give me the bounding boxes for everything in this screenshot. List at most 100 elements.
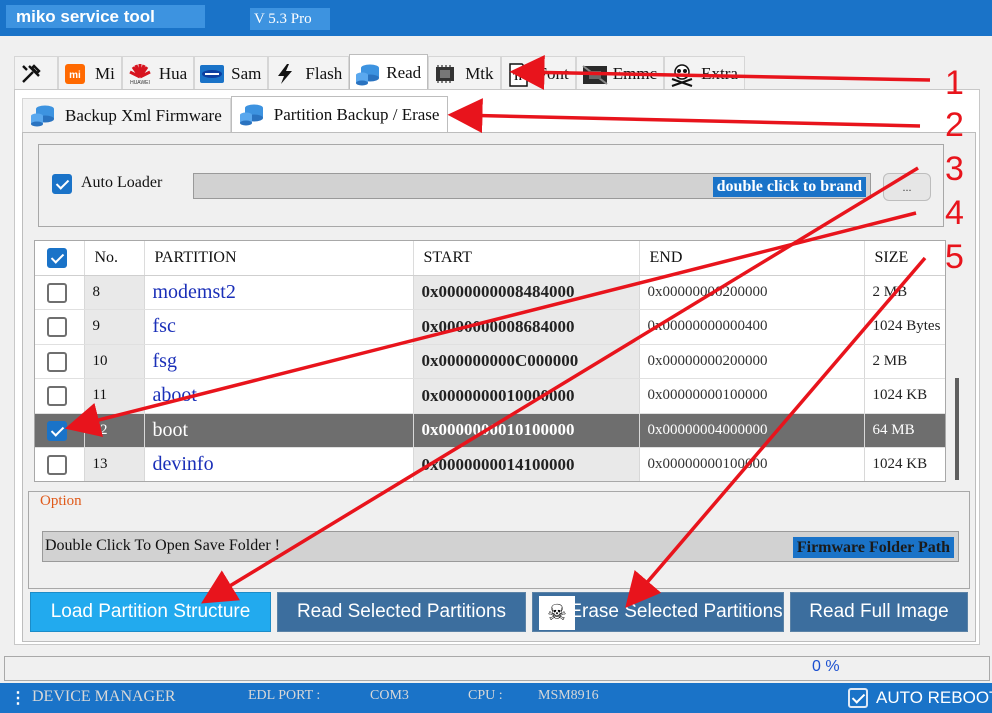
partition-name: aboot [144,378,414,414]
app-version: V 5.3 Pro [250,8,330,30]
loader-hint: double click to brand [712,177,866,197]
column-header-partition[interactable]: PARTITION [144,241,414,276]
column-header-size[interactable]: SIZE [864,241,945,276]
row-number: 9 [84,309,145,345]
table-row[interactable]: 11 aboot 0x0000000010000000 0x0000000010… [35,378,945,414]
tab-backup-xml-firmware[interactable]: Backup Xml Firmware [22,98,231,132]
read-selected-partitions-button[interactable]: Read Selected Partitions [277,592,526,632]
row-checkbox[interactable] [47,282,67,303]
device-manager-label[interactable]: DEVICE MANAGER [32,688,176,706]
edl-port-label: EDL PORT : [248,688,321,703]
partition-end: 0x00000004000000 [639,413,865,448]
chip-icon [433,63,457,85]
partition-end: 0x00000000200000 [639,344,865,379]
partition-name: fsc [144,309,414,345]
tab-font[interactable]: Tr Font [500,56,576,90]
partition-name: modemst2 [144,275,414,310]
huawei-logo-icon: HUAWEI [127,63,151,86]
tab-emmc[interactable]: Emmc [575,56,665,90]
tab-label: Mi [95,63,115,83]
column-header-no[interactable]: No. [84,241,145,276]
tab-partition-backup-erase[interactable]: Partition Backup / Erase [230,96,449,132]
annotation-number: 2 [945,106,964,144]
save-folder-text: Double Click To Open Save Folder ! [45,537,280,554]
mi-logo-icon: mi [63,63,87,85]
svg-text:HUAWEI: HUAWEI [130,80,150,85]
row-checkbox[interactable] [47,455,67,475]
tab-flash[interactable]: Flash [268,56,350,90]
cpu-label: CPU : [468,688,503,703]
tools-icon [19,63,43,85]
row-number: 11 [84,378,145,414]
select-all-checkbox[interactable] [47,248,67,268]
partition-size: 2 MB [864,344,945,379]
tab-tools[interactable] [14,56,58,90]
auto-reboot-checkbox[interactable] [848,688,868,708]
row-number: 8 [84,275,145,310]
partition-start: 0x0000000008684000 [413,309,640,345]
table-row[interactable]: 10 fsg 0x000000000C000000 0x000000002000… [35,344,945,379]
table-row[interactable]: 8 modemst2 0x0000000008484000 0x00000000… [35,275,945,310]
progress-bar [4,656,990,681]
tab-read[interactable]: Read [349,54,429,90]
tab-samsung[interactable]: Sam [194,56,269,90]
read-full-image-button[interactable]: Read Full Image [790,592,968,632]
auto-loader-label: Auto Loader [81,174,163,191]
edl-port-value: COM3 [370,688,409,703]
browse-button[interactable]: ... [883,173,931,201]
table-row[interactable]: 13 devinfo 0x0000000014100000 0x00000000… [35,447,945,481]
partition-size: 1024 KB [864,447,945,481]
partition-start: 0x0000000008484000 [413,275,640,310]
tab-extra[interactable]: Extra [664,56,745,90]
row-number: 13 [84,447,145,481]
tab-label: Font [537,63,569,83]
auto-reboot-label: AUTO REBOOT [876,688,992,707]
auto-loader-checkbox[interactable] [52,174,72,194]
tab-mi[interactable]: mi Mi [58,56,122,90]
svg-text:mi: mi [69,70,81,81]
title-bar: miko service tool V 5.3 Pro [0,0,992,36]
erase-selected-partitions-button[interactable]: ☠ Erase Selected Partitions [532,592,784,632]
save-folder-field[interactable]: Double Click To Open Save Folder ! Firmw… [42,531,959,562]
row-checkbox[interactable] [47,317,67,337]
row-checkbox[interactable] [47,351,67,372]
partition-name: boot [144,413,414,448]
partition-end: 0x00000000200000 [639,275,865,310]
select-all-header[interactable] [35,241,85,276]
partition-table: No. PARTITION START END SIZE 8 modemst2 … [34,240,946,482]
annotation-number: 3 [945,150,964,188]
row-number: 12 [84,413,145,448]
column-header-end[interactable]: END [639,241,865,276]
tab-huawei[interactable]: HUAWEI Hua [121,56,195,90]
database-icon [354,62,380,85]
table-row-selected[interactable]: 12 boot 0x0000000010100000 0x00000004000… [35,413,945,448]
partition-size: 1024 KB [864,378,945,414]
partition-size: 1024 Bytes [864,309,945,345]
samsung-logo-icon [199,63,225,85]
annotation-number: 1 [945,64,964,102]
partition-end: 0x00000000100000 [639,378,865,414]
menu-dots-icon[interactable]: ⋮ [10,688,26,708]
tab-mtk[interactable]: Mtk [428,56,501,90]
tab-label: Extra [701,63,738,83]
font-icon: Tr [506,62,530,87]
firmware-folder-path: Firmware Folder Path [792,537,954,558]
partition-size: 2 MB [864,275,945,310]
skull-icon [669,63,693,87]
row-checkbox[interactable] [47,420,67,441]
row-checkbox[interactable] [47,386,67,406]
progress-text: 0 % [812,658,840,675]
scrollbar-thumb[interactable] [955,378,959,480]
option-title: Option [40,493,82,509]
annotation-number: 5 [945,238,964,276]
partition-end: 0x00000000000400 [639,309,865,345]
lightning-icon [273,63,297,85]
table-row[interactable]: 9 fsc 0x0000000008684000 0x0000000000040… [35,309,945,345]
tab-label: Read [386,62,422,82]
cpu-value: MSM8916 [538,688,599,703]
column-header-start[interactable]: START [413,241,640,276]
loader-path-field[interactable]: double click to brand [193,173,871,199]
subtab-label: Backup Xml Firmware [65,105,222,125]
sub-tabs: Backup Xml Firmware Partition Backup / E… [22,96,449,132]
load-partition-structure-button[interactable]: Load Partition Structure [30,592,271,632]
